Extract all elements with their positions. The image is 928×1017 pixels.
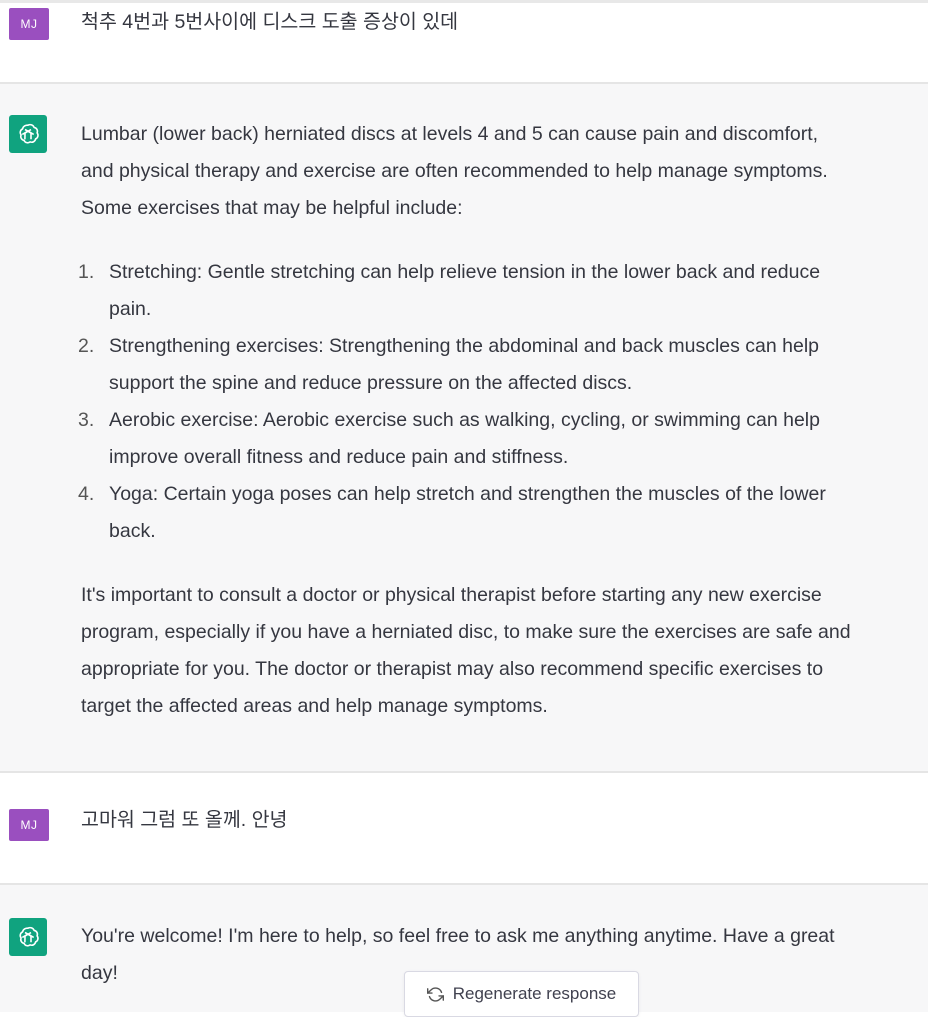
regenerate-response-button[interactable]: Regenerate response [404, 971, 639, 1017]
list-number: 3. [78, 409, 95, 431]
assistant-avatar [9, 918, 47, 956]
exercise-list: 1. Stretching: Gentle stretching can hel… [78, 254, 928, 550]
list-item: 2. Strengthening exercises: Strengthenin… [78, 328, 928, 402]
list-item: 1. Stretching: Gentle stretching can hel… [78, 254, 928, 328]
refresh-icon [426, 986, 444, 1002]
user-message: MJ 척추 4번과 5번사이에 디스크 도출 증상이 있데 [0, 3, 928, 82]
assistant-outro: It's important to consult a doctor or ph… [81, 577, 928, 725]
user-message-text: 척추 4번과 5번사이에 디스크 도출 증상이 있데 [81, 11, 459, 33]
assistant-intro: Lumbar (lower back) herniated discs at l… [81, 116, 928, 227]
text-line: Stretching: Gentle stretching can help r… [109, 261, 821, 283]
text-line: Some exercises that may be helpful inclu… [81, 197, 463, 219]
text-line: back. [109, 520, 156, 542]
text-line: target the affected areas and help manag… [81, 695, 548, 717]
text-line: program, especially if you have a hernia… [81, 621, 851, 643]
text-line: Strengthening exercises: Strengthening t… [109, 335, 820, 357]
list-item: 4. Yoga: Certain yoga poses can help str… [78, 476, 928, 550]
text-line: improve overall fitness and reduce pain … [109, 446, 569, 468]
text-line: Aerobic exercise: Aerobic exercise such … [109, 409, 820, 431]
list-number: 4. [78, 483, 95, 505]
list-item: 3. Aerobic exercise: Aerobic exercise su… [78, 402, 928, 476]
assistant-avatar [9, 115, 47, 153]
user-avatar: MJ [9, 8, 49, 40]
user-message: MJ 고마워 그럼 또 올께. 안녕 [0, 773, 928, 883]
openai-logo-icon [19, 926, 39, 947]
user-avatar: MJ [9, 809, 49, 841]
text-line: and physical therapy and exercise are of… [81, 160, 828, 182]
text-line: pain. [109, 298, 152, 320]
text-line: appropriate for you. The doctor or thera… [81, 658, 824, 680]
openai-logo-icon [19, 123, 39, 144]
text-line: It's important to consult a doctor or ph… [81, 584, 822, 606]
list-number: 2. [78, 335, 95, 357]
text-line: Lumbar (lower back) herniated discs at l… [81, 123, 819, 145]
user-message-text: 고마워 그럼 또 올께. 안녕 [81, 809, 288, 831]
regenerate-label: Regenerate response [452, 984, 617, 1003]
text-line: You're welcome! I'm here to help, so fee… [81, 925, 835, 947]
list-number: 1. [78, 261, 95, 283]
chat-thread: MJ 척추 4번과 5번사이에 디스크 도출 증상이 있데 Lumbar (lo… [0, 0, 928, 1017]
text-line: Yoga: Certain yoga poses can help stretc… [109, 483, 826, 505]
assistant-message: Lumbar (lower back) herniated discs at l… [0, 84, 928, 771]
text-line: support the spine and reduce pressure on… [109, 372, 633, 394]
